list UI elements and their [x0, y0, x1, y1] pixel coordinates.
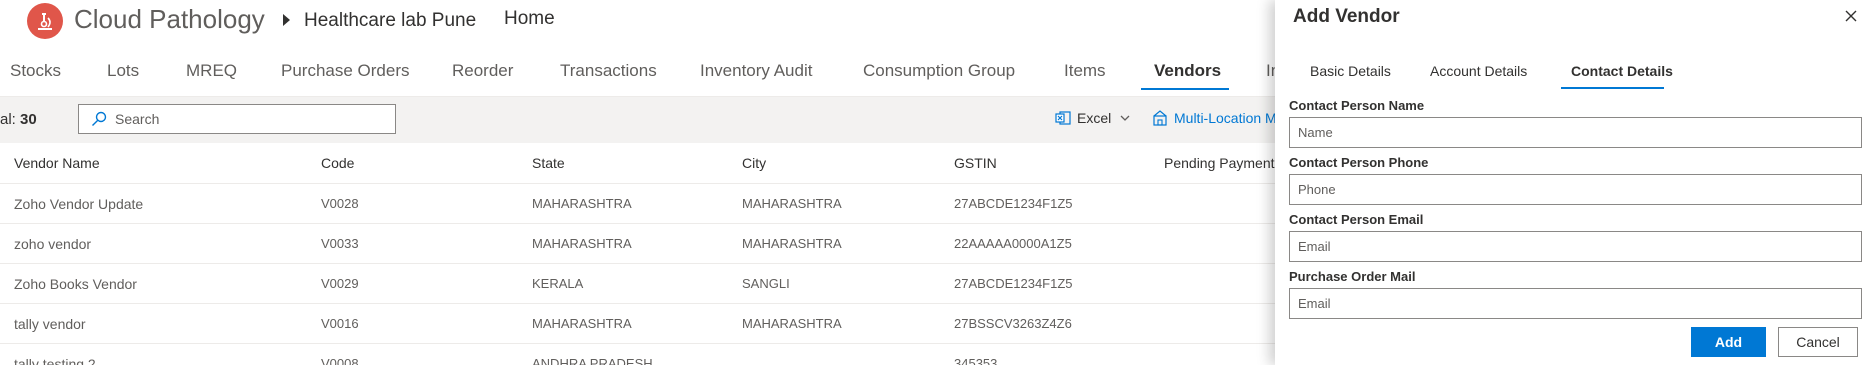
cell-gstin: 27ABCDE1234F1Z5: [954, 276, 1073, 291]
table-row[interactable]: tally vendor V0016 MAHARASHTRA MAHARASHT…: [0, 303, 1280, 343]
cell-state: MAHARASHTRA: [532, 236, 632, 251]
total-prefix: al:: [0, 111, 21, 128]
cell-code: V0029: [321, 276, 359, 291]
tab-lots[interactable]: Lots: [107, 61, 139, 81]
cell-code: V0033: [321, 236, 359, 251]
cell-vendor-name: tally vendor: [14, 316, 86, 332]
cell-gstin: 27BSSCV3263Z4Z6: [954, 316, 1072, 331]
cell-vendor-name: Zoho Vendor Update: [14, 196, 144, 212]
app-title[interactable]: Cloud Pathology: [74, 4, 265, 35]
contact-person-email-input[interactable]: [1289, 231, 1862, 262]
excel-icon: [1055, 111, 1071, 125]
tab-vendors[interactable]: Vendors: [1154, 61, 1221, 81]
total-count: al: 30: [0, 111, 37, 128]
column-header-state[interactable]: State: [532, 155, 565, 171]
table-row[interactable]: Zoho Vendor Update V0028 MAHARASHTRA MAH…: [0, 183, 1280, 223]
tab-mreq[interactable]: MREQ: [186, 61, 237, 81]
cell-vendor-name: zoho vendor: [14, 236, 92, 252]
add-button[interactable]: Add: [1691, 327, 1766, 357]
toolbar: al: 30 Search Excel Multi-Location M: [0, 97, 1280, 143]
cell-vendor-name: Zoho Books Vendor: [14, 276, 137, 292]
search-icon: [92, 111, 107, 126]
cell-gstin: 22AAAAA0000A1Z5: [954, 236, 1072, 251]
tab-inventory-audit[interactable]: Inventory Audit: [700, 61, 812, 81]
tab-stocks[interactable]: Stocks: [10, 61, 61, 81]
cell-state: MAHARASHTRA: [532, 316, 632, 331]
multi-location-button[interactable]: Multi-Location M: [1152, 110, 1277, 126]
column-header-code[interactable]: Code: [321, 155, 354, 171]
excel-button[interactable]: Excel: [1055, 110, 1131, 126]
app-root: Cloud Pathology Healthcare lab Pune Home…: [0, 0, 1873, 365]
contact-person-email-label: Contact Person Email: [1289, 212, 1424, 227]
tab-reorder[interactable]: Reorder: [452, 61, 513, 81]
tab-contact-details[interactable]: Contact Details: [1571, 63, 1673, 79]
breadcrumb-lab[interactable]: Healthcare lab Pune: [304, 10, 476, 32]
table-row[interactable]: tally testing 2 V0008 ANDHRA PRADESH 345…: [0, 343, 1280, 365]
contact-person-phone-input[interactable]: [1289, 174, 1862, 205]
active-panel-tab-indicator: [1561, 87, 1664, 89]
cell-gstin: 345353: [954, 356, 998, 365]
cell-city: MAHARASHTRA: [742, 196, 842, 211]
cell-vendor-name: tally testing 2: [14, 356, 96, 365]
breadcrumb-home[interactable]: Home: [504, 8, 555, 30]
nav-tabs: Stocks Lots MREQ Purchase Orders Reorder…: [0, 50, 1300, 94]
cell-gstin: 27ABCDE1234F1Z5: [954, 196, 1073, 211]
tab-account-details[interactable]: Account Details: [1430, 63, 1527, 79]
close-button[interactable]: [1841, 6, 1861, 26]
contact-person-phone-label: Contact Person Phone: [1289, 155, 1429, 170]
cell-city: MAHARASHTRA: [742, 236, 842, 251]
column-header-pending-payment[interactable]: Pending Payment: [1164, 155, 1275, 171]
close-icon: [1845, 10, 1857, 22]
chevron-down-icon: [1120, 115, 1130, 121]
purchase-order-mail-label: Purchase Order Mail: [1289, 269, 1416, 284]
cell-state: KERALA: [532, 276, 584, 291]
active-tab-indicator: [1141, 88, 1229, 90]
panel-title: Add Vendor: [1293, 6, 1400, 27]
excel-label: Excel: [1077, 110, 1112, 126]
column-header-gstin[interactable]: GSTIN: [954, 155, 997, 171]
search-placeholder: Search: [115, 111, 160, 127]
purchase-order-mail-input[interactable]: [1289, 288, 1862, 319]
breadcrumb-arrow-icon: [283, 14, 290, 26]
add-vendor-panel: Add Vendor Basic Details Account Details…: [1275, 0, 1873, 365]
tab-items[interactable]: Items: [1064, 61, 1106, 81]
cell-city: MAHARASHTRA: [742, 316, 842, 331]
contact-person-name-label: Contact Person Name: [1289, 98, 1425, 113]
search-input[interactable]: Search: [78, 104, 396, 134]
contact-person-name-input[interactable]: [1289, 117, 1862, 148]
cell-state: ANDHRA PRADESH: [532, 356, 653, 365]
microscope-icon: [38, 13, 52, 30]
column-header-city[interactable]: City: [742, 155, 766, 171]
cell-code: V0016: [321, 316, 359, 331]
multi-location-label: Multi-Location M: [1174, 110, 1277, 126]
total-value: 30: [20, 111, 37, 128]
column-header-vendor-name[interactable]: Vendor Name: [14, 155, 100, 171]
cancel-button[interactable]: Cancel: [1778, 327, 1858, 357]
cell-code: V0028: [321, 196, 359, 211]
tab-consumption-group[interactable]: Consumption Group: [863, 61, 1015, 81]
table-row[interactable]: Zoho Books Vendor V0029 KERALA SANGLI 27…: [0, 263, 1280, 303]
tab-purchase-orders[interactable]: Purchase Orders: [281, 61, 410, 81]
cell-state: MAHARASHTRA: [532, 196, 632, 211]
tab-transactions[interactable]: Transactions: [560, 61, 657, 81]
tab-basic-details[interactable]: Basic Details: [1310, 63, 1391, 79]
logo-icon[interactable]: [27, 3, 63, 39]
multi-location-icon: [1153, 110, 1167, 126]
cell-city: SANGLI: [742, 276, 790, 291]
cell-code: V0008: [321, 356, 359, 365]
table-row[interactable]: zoho vendor V0033 MAHARASHTRA MAHARASHTR…: [0, 223, 1280, 263]
